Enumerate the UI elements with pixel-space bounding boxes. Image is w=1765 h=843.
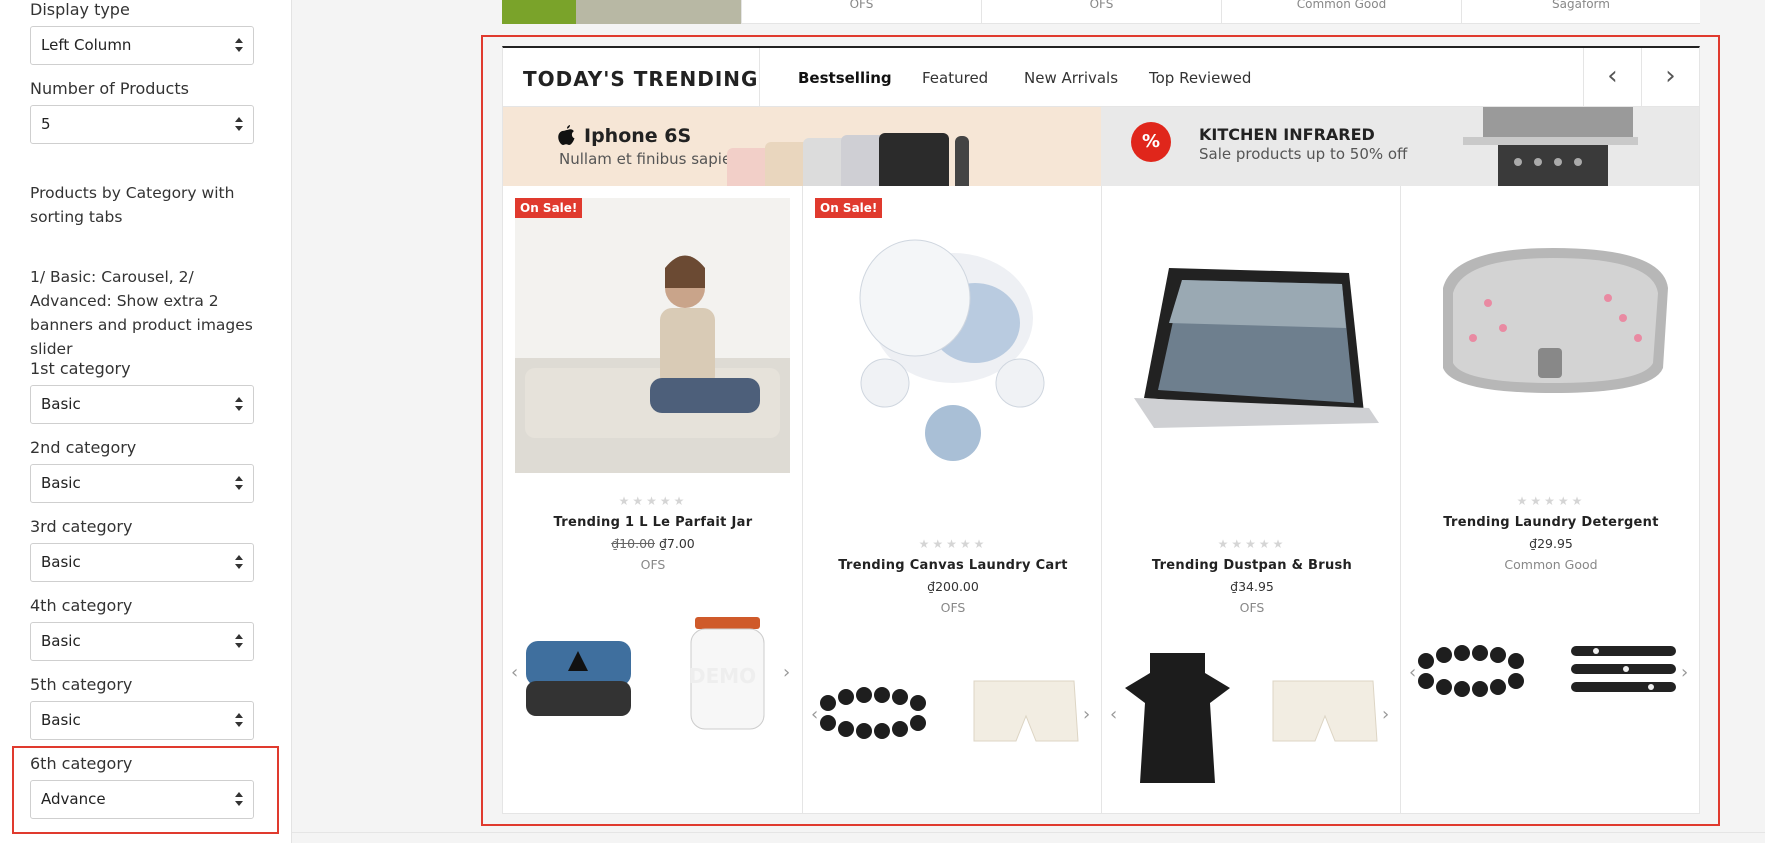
category-4-value: Basic <box>41 632 81 650</box>
num-products-value: 5 <box>41 115 51 133</box>
product-name[interactable]: Trending Canvas Laundry Cart <box>803 558 1103 573</box>
product-vendor: Common Good <box>1504 557 1598 572</box>
product-name[interactable]: Trending 1 L Le Parfait Jar <box>503 515 803 530</box>
product-price: ₫34.95 <box>1230 579 1274 594</box>
product-card[interactable]: On Sale! ★★★★★ Trending 1 L Le Parfait J… <box>503 186 803 814</box>
select-arrows-icon <box>234 711 244 729</box>
vendor-label: OFS <box>741 0 981 24</box>
num-products-label: Number of Products <box>30 79 189 98</box>
category-6-select[interactable]: Advance <box>30 780 254 819</box>
divider <box>292 832 1765 833</box>
rating-stars: ★★★★★ <box>618 494 688 508</box>
thumbnail-image[interactable] <box>1566 636 1681 716</box>
section-description: 1/ Basic: Carousel, 2/ Advanced: Show ex… <box>30 268 253 358</box>
thumbnail-image[interactable] <box>966 673 1081 753</box>
product-image[interactable] <box>815 198 1090 473</box>
category-4-label: 4th category <box>30 596 133 615</box>
product-image[interactable] <box>1413 198 1688 473</box>
rating-stars: ★★★★★ <box>918 537 988 551</box>
category-3-select[interactable]: Basic <box>30 543 254 582</box>
product-name[interactable]: Trending Laundry Detergent <box>1401 515 1701 530</box>
chevron-left-icon[interactable]: ‹ <box>1110 704 1117 725</box>
product-image[interactable] <box>1114 198 1389 473</box>
product-vendor: OFS <box>940 600 966 615</box>
display-type-value: Left Column <box>41 36 132 54</box>
settings-sidebar: Display type Left Column Number of Produ… <box>0 0 292 843</box>
product-vendor: OFS <box>640 557 666 572</box>
category-1-label: 1st category <box>30 359 131 378</box>
product-vendor: OFS <box>1239 600 1265 615</box>
select-arrows-icon <box>234 115 244 133</box>
num-products-select[interactable]: 5 <box>30 105 254 144</box>
chevron-right-icon[interactable]: › <box>783 662 790 683</box>
trending-module: TODAY'S TRENDING Bestselling Featured Ne… <box>502 46 1700 814</box>
product-card[interactable]: On Sale! ★★★★★ Trending Canvas Laundry C… <box>802 186 1102 814</box>
select-arrows-icon <box>234 474 244 492</box>
category-2-label: 2nd category <box>30 438 137 457</box>
previous-module-strip: OFS OFS Common Good Sagaform <box>502 0 1700 24</box>
chevron-right-icon[interactable]: › <box>1083 704 1090 725</box>
select-arrows-icon <box>234 395 244 413</box>
sale-price: ₫7.00 <box>658 536 695 551</box>
demo-watermark: DEMO <box>689 664 757 688</box>
vendor-label: Sagaform <box>1461 0 1700 24</box>
category-5-value: Basic <box>41 711 81 729</box>
category-1-value: Basic <box>41 395 81 413</box>
product-card[interactable]: ★★★★★ Trending Laundry Detergent ₫29.95 … <box>1400 186 1699 814</box>
product-image <box>576 0 741 24</box>
thumbnail-image[interactable] <box>521 631 636 721</box>
thumbnail-image[interactable] <box>1120 648 1235 788</box>
category-1-select[interactable]: Basic <box>30 385 254 424</box>
vendor-label: OFS <box>981 0 1221 24</box>
category-3-label: 3rd category <box>30 517 133 536</box>
category-4-select[interactable]: Basic <box>30 622 254 661</box>
product-thumbnails-slider[interactable]: DEMO ‹ › <box>503 606 803 746</box>
select-arrows-icon <box>234 632 244 650</box>
product-price: ₫10.00 ₫7.00 <box>503 536 803 551</box>
thumbnail-image[interactable] <box>1416 641 1536 711</box>
section-title: Products by Category with sorting tabs <box>30 184 235 226</box>
rating-stars: ★★★★★ <box>1217 537 1287 551</box>
chevron-left-icon[interactable]: ‹ <box>511 662 518 683</box>
product-thumbnails-slider[interactable]: ‹ › <box>1401 606 1701 746</box>
category-3-value: Basic <box>41 553 81 571</box>
category-6-value: Advance <box>41 790 106 808</box>
product-thumbnails-slider[interactable]: ‹ › <box>803 648 1103 788</box>
chevron-left-icon[interactable]: ‹ <box>1409 662 1416 683</box>
display-type-label: Display type <box>30 0 130 19</box>
vendor-label: Common Good <box>1221 0 1461 24</box>
chevron-left-icon[interactable]: ‹ <box>811 704 818 725</box>
select-arrows-icon <box>234 553 244 571</box>
select-arrows-icon <box>234 790 244 808</box>
category-5-select[interactable]: Basic <box>30 701 254 740</box>
product-thumbnails-slider[interactable]: ‹ › <box>1102 648 1402 788</box>
thumbnail-image[interactable] <box>1265 673 1380 753</box>
thumbnail-image[interactable] <box>818 683 938 753</box>
category-2-value: Basic <box>41 474 81 492</box>
product-image[interactable] <box>515 198 790 473</box>
category-5-label: 5th category <box>30 675 133 694</box>
category-6-label: 6th category <box>30 754 133 773</box>
on-sale-badge: On Sale! <box>515 198 583 218</box>
old-price: ₫10.00 <box>611 536 655 551</box>
product-price: ₫29.95 <box>1529 536 1573 551</box>
product-card[interactable]: ★★★★★ Trending Dustpan & Brush ₫34.95 OF… <box>1101 186 1401 814</box>
display-type-select[interactable]: Left Column <box>30 26 254 65</box>
chevron-right-icon[interactable]: › <box>1382 704 1389 725</box>
on-sale-badge: On Sale! <box>815 198 883 218</box>
product-price: ₫200.00 <box>927 579 979 594</box>
chevron-right-icon[interactable]: › <box>1681 662 1688 683</box>
rating-stars: ★★★★★ <box>1516 494 1586 508</box>
select-arrows-icon <box>234 36 244 54</box>
product-name[interactable]: Trending Dustpan & Brush <box>1102 558 1402 573</box>
category-2-select[interactable]: Basic <box>30 464 254 503</box>
